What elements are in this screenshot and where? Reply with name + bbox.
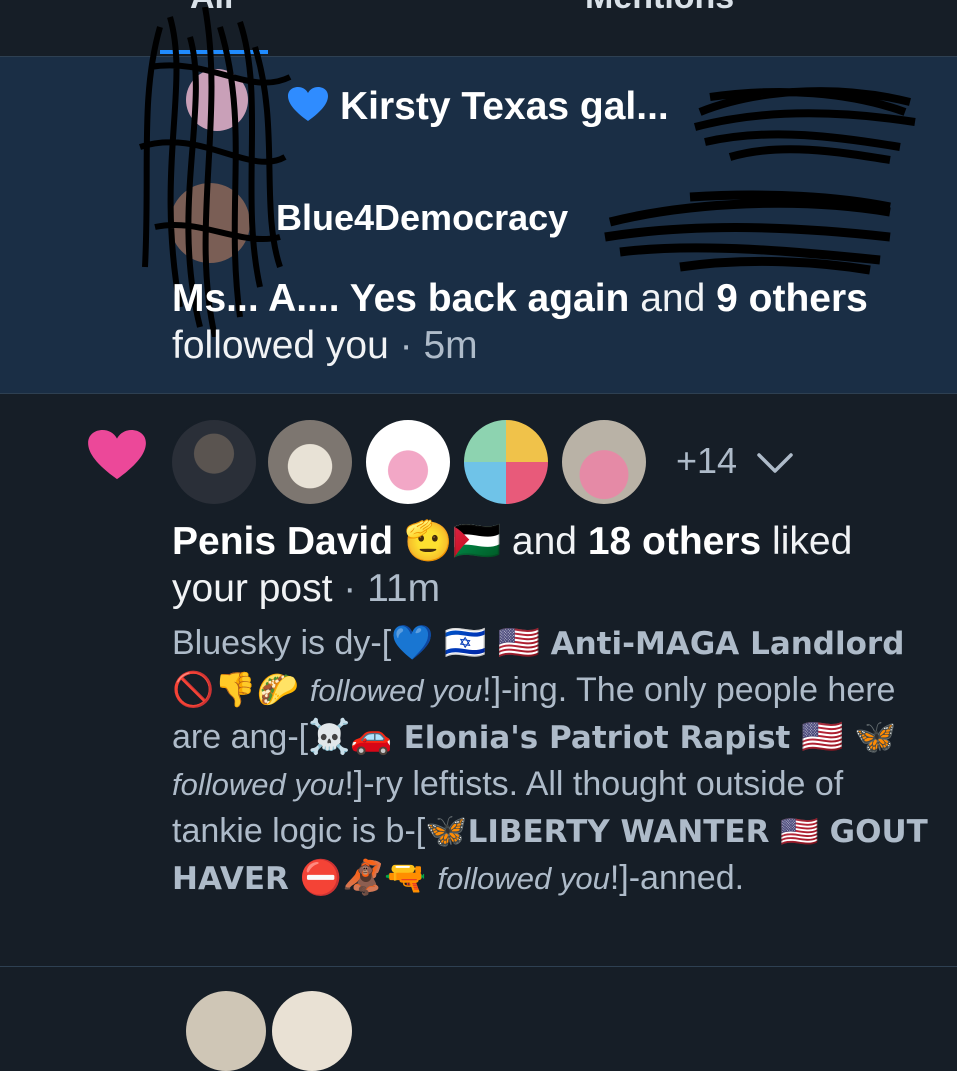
heart-icon: [88, 430, 146, 480]
others-link[interactable]: 9 others: [716, 277, 868, 320]
follow-summary-text: Ms... A.... Yes back again and 9 others …: [172, 277, 868, 367]
like-notification[interactable]: +14 Penis David 🫡🇵🇸 and 18 others liked …: [0, 394, 957, 967]
follow-notification[interactable]: Kirsty Texas gal... Blue4Democracy Ms...…: [0, 7, 957, 394]
more-count: +14: [676, 440, 738, 481]
redaction-scribble: [693, 87, 916, 164]
liker-name[interactable]: Penis David: [172, 520, 393, 563]
like-summary-text: Penis David 🫡🇵🇸 and 18 others liked your…: [172, 519, 853, 610]
tab-all[interactable]: All: [190, 0, 233, 17]
timestamp: 11m: [367, 567, 441, 610]
follower-row[interactable]: Blue4Democracy: [276, 197, 568, 239]
avatar[interactable]: [272, 991, 352, 1071]
follower-name: Kirsty Texas gal...: [340, 85, 669, 128]
avatar[interactable]: [364, 418, 452, 506]
next-notification[interactable]: [0, 967, 957, 1071]
avatar[interactable]: [186, 69, 248, 131]
timestamp: 5m: [423, 324, 478, 367]
chevron-down-icon: [757, 453, 793, 474]
avatar[interactable]: [170, 183, 250, 263]
avatar[interactable]: [462, 418, 550, 506]
tab-mentions[interactable]: Mentions: [585, 0, 734, 17]
avatar[interactable]: [560, 418, 648, 506]
notification-tabs: All Mentions: [0, 0, 957, 57]
follower-row[interactable]: Kirsty Texas gal...: [288, 85, 669, 129]
avatar[interactable]: [170, 418, 258, 506]
avatar[interactable]: [186, 991, 266, 1071]
follower-name: Blue4Democracy: [276, 197, 569, 238]
others-link[interactable]: 18 others: [588, 520, 761, 563]
active-tab-indicator: [160, 50, 268, 54]
blue-heart-icon: [288, 87, 328, 121]
post-preview[interactable]: Bluesky is dy-[💙 🇮🇱 🇺🇸 Anti-MAGA Landlor…: [172, 620, 932, 902]
redaction-scribble: [604, 190, 891, 275]
avatar[interactable]: [266, 418, 354, 506]
expand-likers-button[interactable]: +14: [676, 440, 795, 482]
